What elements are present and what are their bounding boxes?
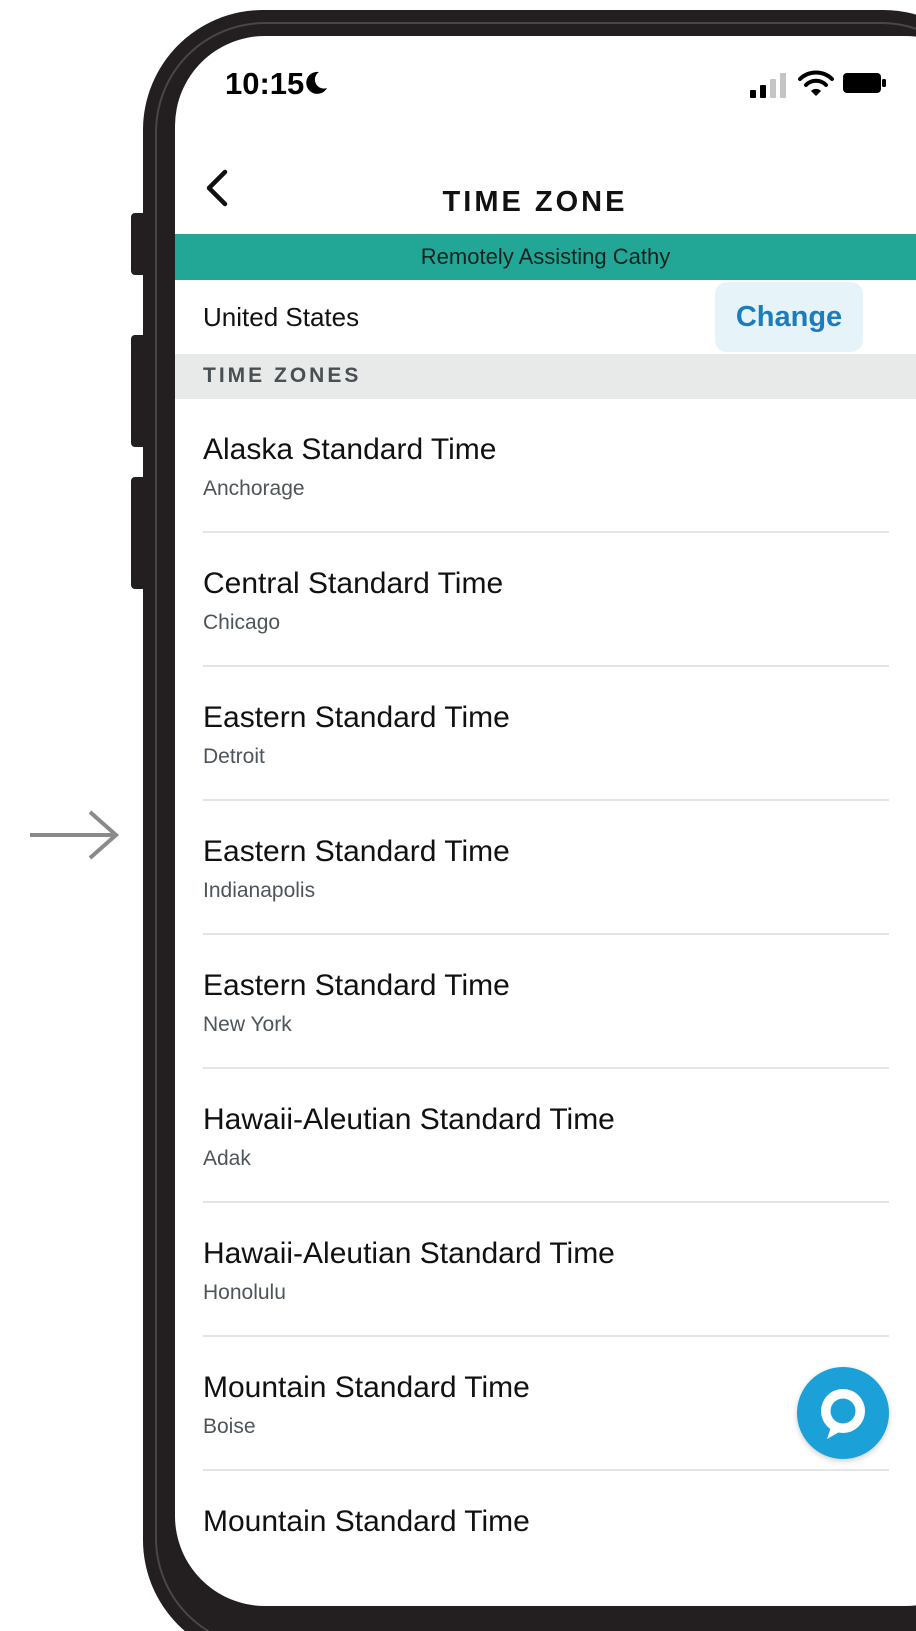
timezone-item[interactable]: Central Standard Time Chicago	[175, 533, 916, 667]
pointer-arrow-icon	[30, 810, 120, 860]
timezone-item[interactable]: Mountain Standard Time	[175, 1471, 916, 1605]
section-header: TIME ZONES	[175, 354, 916, 399]
timezone-name: Eastern Standard Time	[203, 701, 510, 734]
wifi-icon	[798, 70, 834, 96]
stage: 10:15 TIME ZONE Remotely Assisting Cathy…	[0, 0, 916, 1631]
change-country-button[interactable]: Change	[715, 282, 863, 352]
remote-assist-banner: Remotely Assisting Cathy	[175, 234, 916, 280]
timezone-city: New York	[203, 1013, 292, 1036]
status-bar: 10:15	[175, 36, 916, 126]
page-title: TIME ZONE	[442, 186, 628, 218]
timezone-name: Central Standard Time	[203, 567, 504, 600]
alexa-button[interactable]	[797, 1367, 889, 1459]
alexa-icon	[821, 1389, 865, 1439]
country-row: United States Change	[175, 280, 916, 354]
timezone-city: Boise	[203, 1415, 256, 1438]
timezone-item[interactable]: Eastern Standard Time Detroit	[175, 667, 916, 801]
moon-icon	[306, 71, 327, 94]
timezone-name: Eastern Standard Time	[203, 835, 510, 868]
timezone-item[interactable]: Eastern Standard Time Indianapolis	[175, 801, 916, 935]
timezone-name: Mountain Standard Time	[203, 1371, 530, 1404]
timezone-name: Hawaii-Aleutian Standard Time	[203, 1237, 615, 1270]
timezone-name: Alaska Standard Time	[203, 433, 497, 466]
timezone-city: Indianapolis	[203, 879, 316, 902]
country-value: United States	[203, 302, 360, 332]
timezone-name: Eastern Standard Time	[203, 969, 510, 1002]
timezone-city: Anchorage	[203, 477, 305, 500]
timezone-item[interactable]: Hawaii-Aleutian Standard Time Adak	[175, 1069, 916, 1203]
battery-icon	[843, 73, 886, 93]
phone-screen: 10:15 TIME ZONE Remotely Assisting Cathy…	[175, 36, 916, 1606]
nav-header: TIME ZONE	[175, 136, 916, 230]
timezone-name: Hawaii-Aleutian Standard Time	[203, 1103, 615, 1136]
timezone-city: Honolulu	[203, 1281, 286, 1304]
banner-text: Remotely Assisting Cathy	[420, 244, 671, 269]
timezone-item[interactable]: Hawaii-Aleutian Standard Time Honolulu	[175, 1203, 916, 1337]
section-title: TIME ZONES	[203, 364, 362, 387]
timezone-city: Chicago	[203, 611, 281, 634]
status-time: 10:15	[225, 66, 305, 101]
timezone-item[interactable]: Alaska Standard Time Anchorage	[175, 399, 916, 533]
timezone-item[interactable]: Eastern Standard Time New York	[175, 935, 916, 1069]
signal-icon	[750, 73, 786, 98]
timezone-city: Detroit	[203, 745, 265, 768]
timezone-name: Mountain Standard Time	[203, 1505, 530, 1538]
timezone-city: Adak	[203, 1147, 251, 1170]
